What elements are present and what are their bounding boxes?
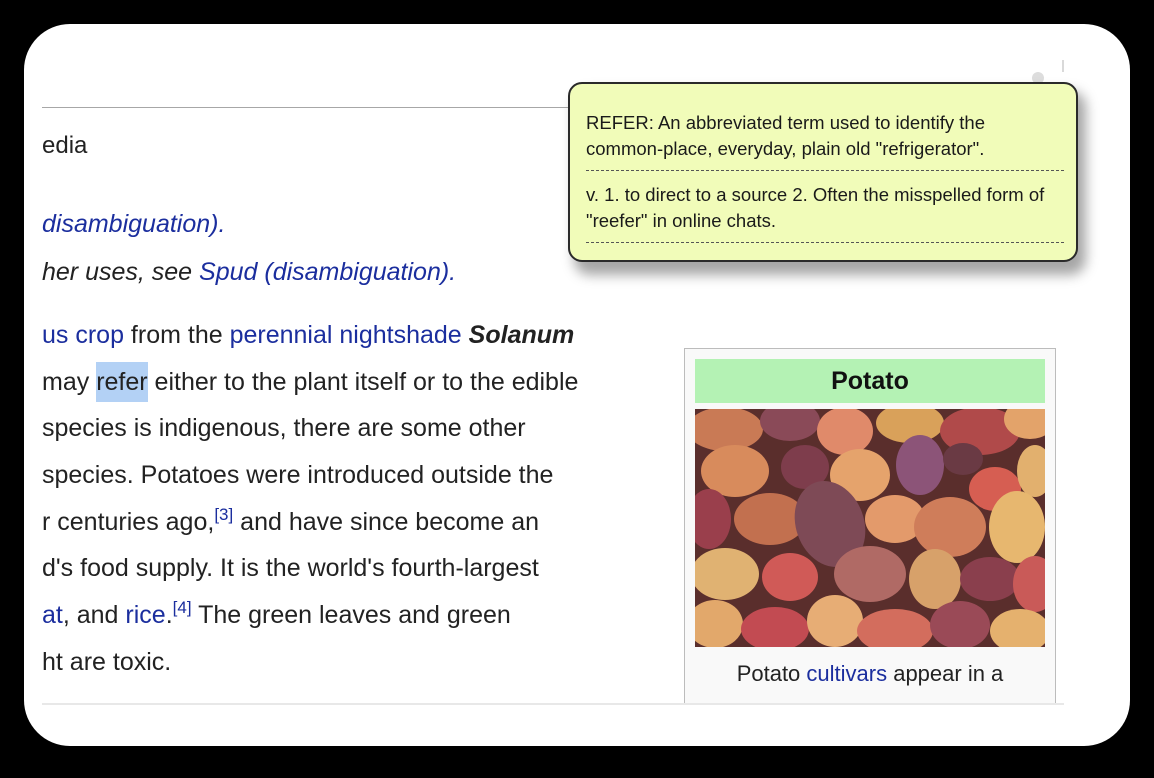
hatnote-text: her uses, see xyxy=(42,258,200,286)
infobox-title: Potato xyxy=(695,359,1045,403)
rice-link[interactable]: rice xyxy=(125,601,165,629)
tooltip-definition-1: REFER: An abbreviated term used to ident… xyxy=(586,112,985,159)
body-text: may xyxy=(42,367,97,396)
definition-tooltip: REFER: An abbreviated term used to ident… xyxy=(568,82,1078,262)
infobox-caption: Potato cultivars appear in a xyxy=(685,661,1055,687)
disambiguation-link[interactable]: disambiguation). xyxy=(42,210,225,238)
wheat-link[interactable]: at xyxy=(42,601,63,629)
header-divider xyxy=(42,107,602,108)
potatoes-icon xyxy=(695,409,1045,647)
hatnote-1: disambiguation). xyxy=(42,210,225,239)
body-line-1: us crop from the perennial nightshade So… xyxy=(42,312,642,359)
site-tagline: edia xyxy=(42,132,88,159)
body-line-2: may refer either to the plant itself or … xyxy=(42,359,642,406)
perennial-nightshade-link[interactable]: perennial nightshade xyxy=(230,321,462,349)
body-text: and have since become an xyxy=(233,507,539,536)
reference-4-link[interactable]: [4] xyxy=(173,598,192,617)
body-line-8: ht are toxic. xyxy=(42,647,172,676)
selected-word[interactable]: refer xyxy=(96,361,148,402)
tooltip-definition-2: v. 1. to direct to a source 2. Often the… xyxy=(586,184,1045,231)
potatoes-photo[interactable] xyxy=(695,409,1045,647)
body-text: The green leaves and green xyxy=(191,601,511,630)
viewport-bottom-edge xyxy=(42,703,1064,705)
spud-disambiguation-link[interactable]: Spud (disambiguation). xyxy=(199,258,456,286)
species-name: Solanum xyxy=(468,321,575,349)
reference-3-link[interactable]: [3] xyxy=(214,505,233,524)
tooltip-divider xyxy=(586,242,1064,243)
article-body: us crop from the perennial nightshade So… xyxy=(42,312,642,686)
body-line-6: d's food supply. It is the world's fourt… xyxy=(42,554,539,583)
body-line-4: species. Potatoes were introduced outsid… xyxy=(42,461,554,490)
body-text: . xyxy=(165,601,173,630)
caption-text: Potato xyxy=(736,661,807,686)
cultivars-link[interactable]: cultivars xyxy=(806,661,887,686)
body-line-3: species is indigenous, there are some ot… xyxy=(42,414,526,443)
body-line-5: r centuries ago,[3] and have since becom… xyxy=(42,499,642,546)
crop-link[interactable]: us crop xyxy=(42,321,124,349)
body-line-7: at, and rice.[4] The green leaves and gr… xyxy=(42,592,642,639)
body-text: either to the plant itself or to the edi… xyxy=(147,367,579,396)
body-text: r centuries ago, xyxy=(42,507,215,536)
infobox: Potato Potato cultivars appear in a xyxy=(684,348,1056,705)
body-text: from the xyxy=(123,321,230,349)
body-text: , and xyxy=(62,601,126,630)
caption-text: appear in a xyxy=(887,661,1004,686)
hatnote-2: her uses, see Spud (disambiguation). xyxy=(42,258,456,287)
tooltip-divider xyxy=(586,170,1064,171)
